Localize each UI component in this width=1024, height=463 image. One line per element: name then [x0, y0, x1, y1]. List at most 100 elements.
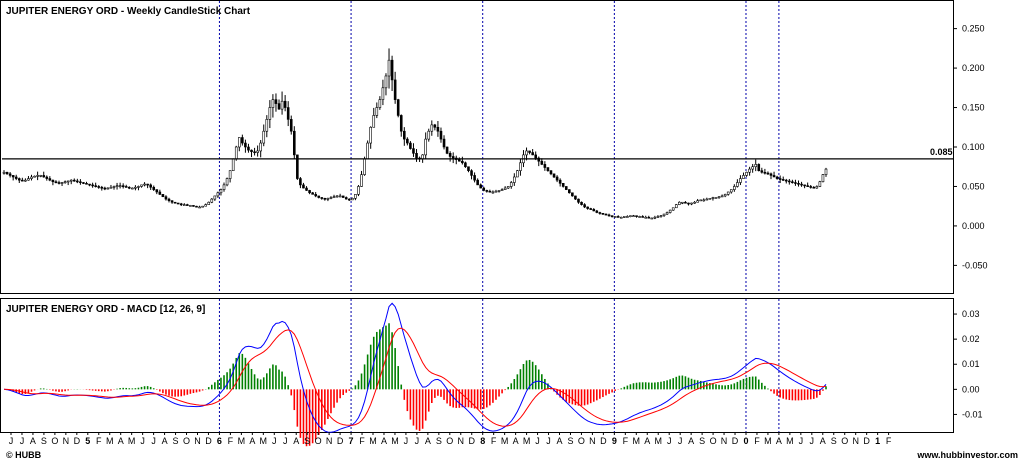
x-month-label: 9 — [612, 436, 617, 446]
x-month-label: J — [272, 436, 277, 446]
price-y-tick-label: -0.050 — [962, 260, 988, 270]
candle-body — [619, 216, 623, 219]
candle-body — [33, 175, 36, 178]
candle-body — [344, 197, 348, 200]
candle-body — [503, 187, 507, 190]
candle-body — [485, 190, 489, 192]
candle-body — [237, 137, 241, 148]
candle-body — [558, 179, 562, 184]
price-y-tick-label: 0.000 — [962, 221, 985, 231]
candle-body — [687, 202, 690, 205]
x-month-label: A — [249, 436, 255, 446]
x-month-label: A — [688, 436, 694, 446]
x-month-label: J — [667, 436, 672, 446]
candle-body — [479, 184, 482, 189]
candle-body — [445, 146, 449, 154]
candle-body — [210, 198, 214, 203]
candle-body — [354, 194, 357, 199]
candle-body — [201, 205, 204, 208]
candle-body — [182, 204, 186, 206]
candle-body — [48, 178, 52, 181]
candle-body — [131, 187, 134, 190]
price-y-tick-label: 0.250 — [962, 24, 985, 34]
candle-body — [124, 186, 128, 188]
candle-body — [204, 204, 207, 207]
candle-body — [118, 185, 122, 187]
macd-y-tick-label: 0.02 — [962, 334, 980, 344]
x-month-label: O — [446, 436, 453, 446]
candle-body — [320, 197, 324, 199]
x-month-label: M — [391, 436, 399, 446]
candle-body — [497, 190, 501, 192]
x-month-label: D — [74, 436, 81, 446]
x-month-label: D — [732, 436, 739, 446]
x-month-label: 6 — [217, 436, 222, 446]
candle-body — [277, 103, 281, 110]
candle-body — [308, 190, 311, 194]
macd-y-tick-label: -0.01 — [962, 409, 983, 419]
candle-body — [228, 170, 232, 179]
x-month-label: N — [194, 436, 201, 446]
candle-body — [824, 168, 828, 175]
candle-body — [806, 185, 809, 187]
candle-body — [195, 205, 198, 208]
candle-body — [678, 201, 681, 205]
x-month-label: J — [810, 436, 815, 446]
x-month-label: O — [578, 436, 585, 446]
candle-body — [390, 59, 394, 81]
candle-body — [583, 204, 586, 208]
x-month-label: M — [633, 436, 641, 446]
candle-body — [164, 196, 168, 200]
candle-body — [519, 162, 522, 171]
candle-body — [283, 100, 287, 108]
candle-body — [623, 216, 626, 218]
x-axis: JJASOND5FMAMJJASOND6FMAMJJASOND7FMAMJJAS… — [9, 432, 892, 446]
candle-body — [549, 170, 553, 175]
candle-body — [809, 186, 813, 188]
x-month-label: S — [699, 436, 705, 446]
candle-body — [234, 146, 238, 160]
candle-body — [14, 176, 18, 179]
candle-body — [289, 119, 293, 132]
candle-body — [63, 181, 67, 184]
candle-body — [516, 170, 519, 178]
candle-body — [671, 207, 675, 211]
candle-body — [348, 198, 351, 201]
candle-body — [564, 186, 568, 190]
website-text: www.hubbinvestor.com — [916, 450, 1018, 460]
candle-body — [158, 191, 162, 195]
candle-body — [137, 186, 140, 188]
candle-body — [439, 130, 443, 140]
candle-body — [668, 209, 672, 213]
candle-body — [82, 182, 85, 184]
candle-body — [781, 179, 785, 181]
candle-body — [543, 164, 547, 168]
x-month-label: J — [678, 436, 683, 446]
candle-body — [555, 176, 559, 181]
candle-body — [186, 204, 189, 206]
candle-body — [494, 190, 498, 193]
candle-body — [760, 170, 764, 173]
candle-body — [531, 152, 534, 156]
candle-body — [225, 178, 229, 186]
candle-body — [821, 174, 825, 183]
candle-body — [577, 198, 580, 203]
x-month-label: F — [623, 436, 629, 446]
candle-body — [412, 148, 415, 154]
level-line-label: 0.085 — [930, 147, 953, 157]
candle-body — [797, 183, 800, 185]
candle-body — [726, 191, 730, 195]
candle-body — [305, 187, 308, 191]
x-month-label: O — [315, 436, 322, 446]
candle-body — [57, 182, 61, 184]
x-month-label: 0 — [743, 436, 748, 446]
candle-body — [568, 189, 571, 194]
macd-grid: 0.03 0.02 0.01 0.00 -0.01 — [953, 309, 983, 419]
x-month-label: N — [721, 436, 728, 446]
x-month-label: M — [764, 436, 772, 446]
candle-body — [94, 185, 97, 187]
candle-body — [173, 201, 177, 204]
price-candles — [2, 48, 828, 220]
candle-body — [451, 156, 455, 159]
candle-body — [5, 171, 9, 175]
